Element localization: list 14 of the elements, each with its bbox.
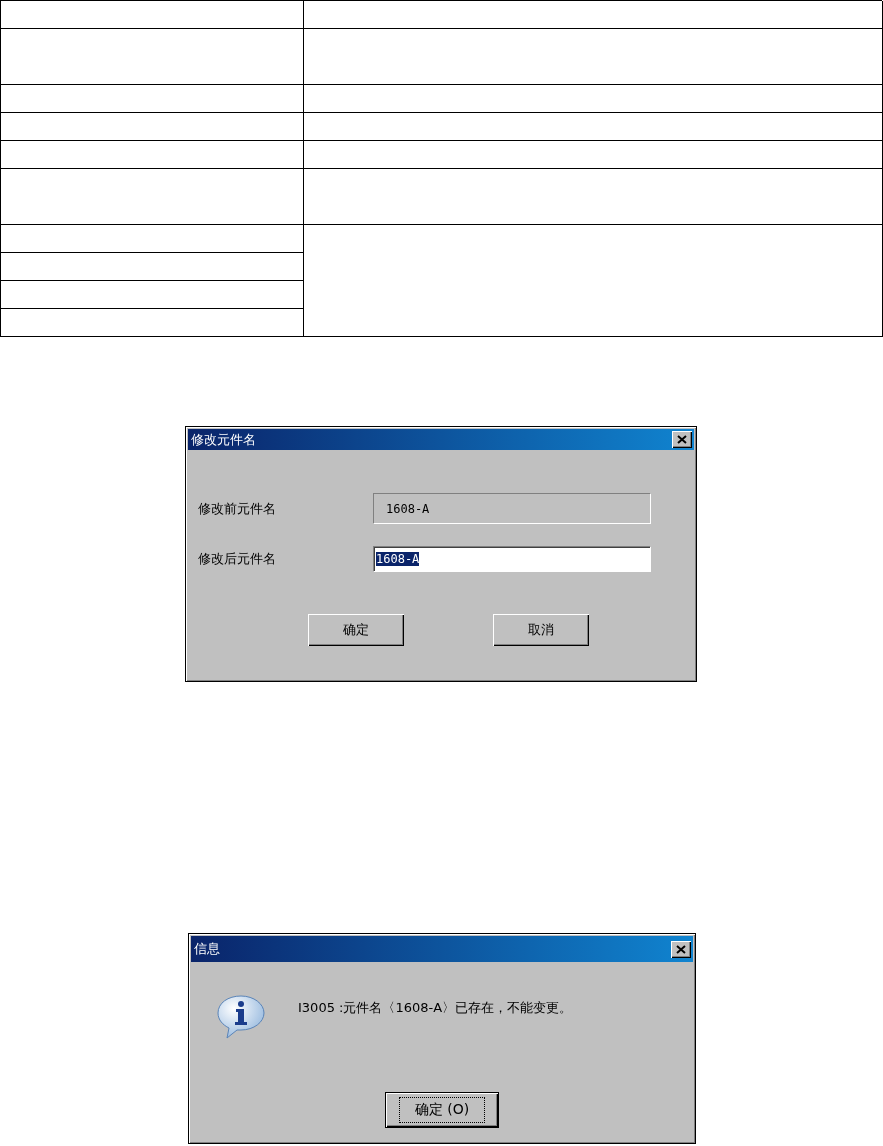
ok-button[interactable]: 确定 (O) [385, 1092, 499, 1128]
field-label: 修改后元件名 [198, 550, 277, 568]
window-title: 修改元件名 [191, 430, 256, 449]
dialog-button[interactable]: 确定 [308, 614, 404, 646]
window-title: 信息 [194, 940, 220, 958]
name-field[interactable]: 1608-A [373, 546, 651, 572]
close-icon [676, 944, 686, 954]
close-button[interactable] [671, 940, 691, 958]
message-text: I3005 :元件名〈1608-A〉已存在，不能变更。 [298, 999, 573, 1017]
field-label: 修改前元件名 [198, 499, 277, 518]
info-icon [216, 994, 266, 1039]
close-button[interactable] [672, 431, 692, 448]
close-icon [677, 435, 687, 444]
dialog-button[interactable]: 取消 [493, 614, 589, 646]
